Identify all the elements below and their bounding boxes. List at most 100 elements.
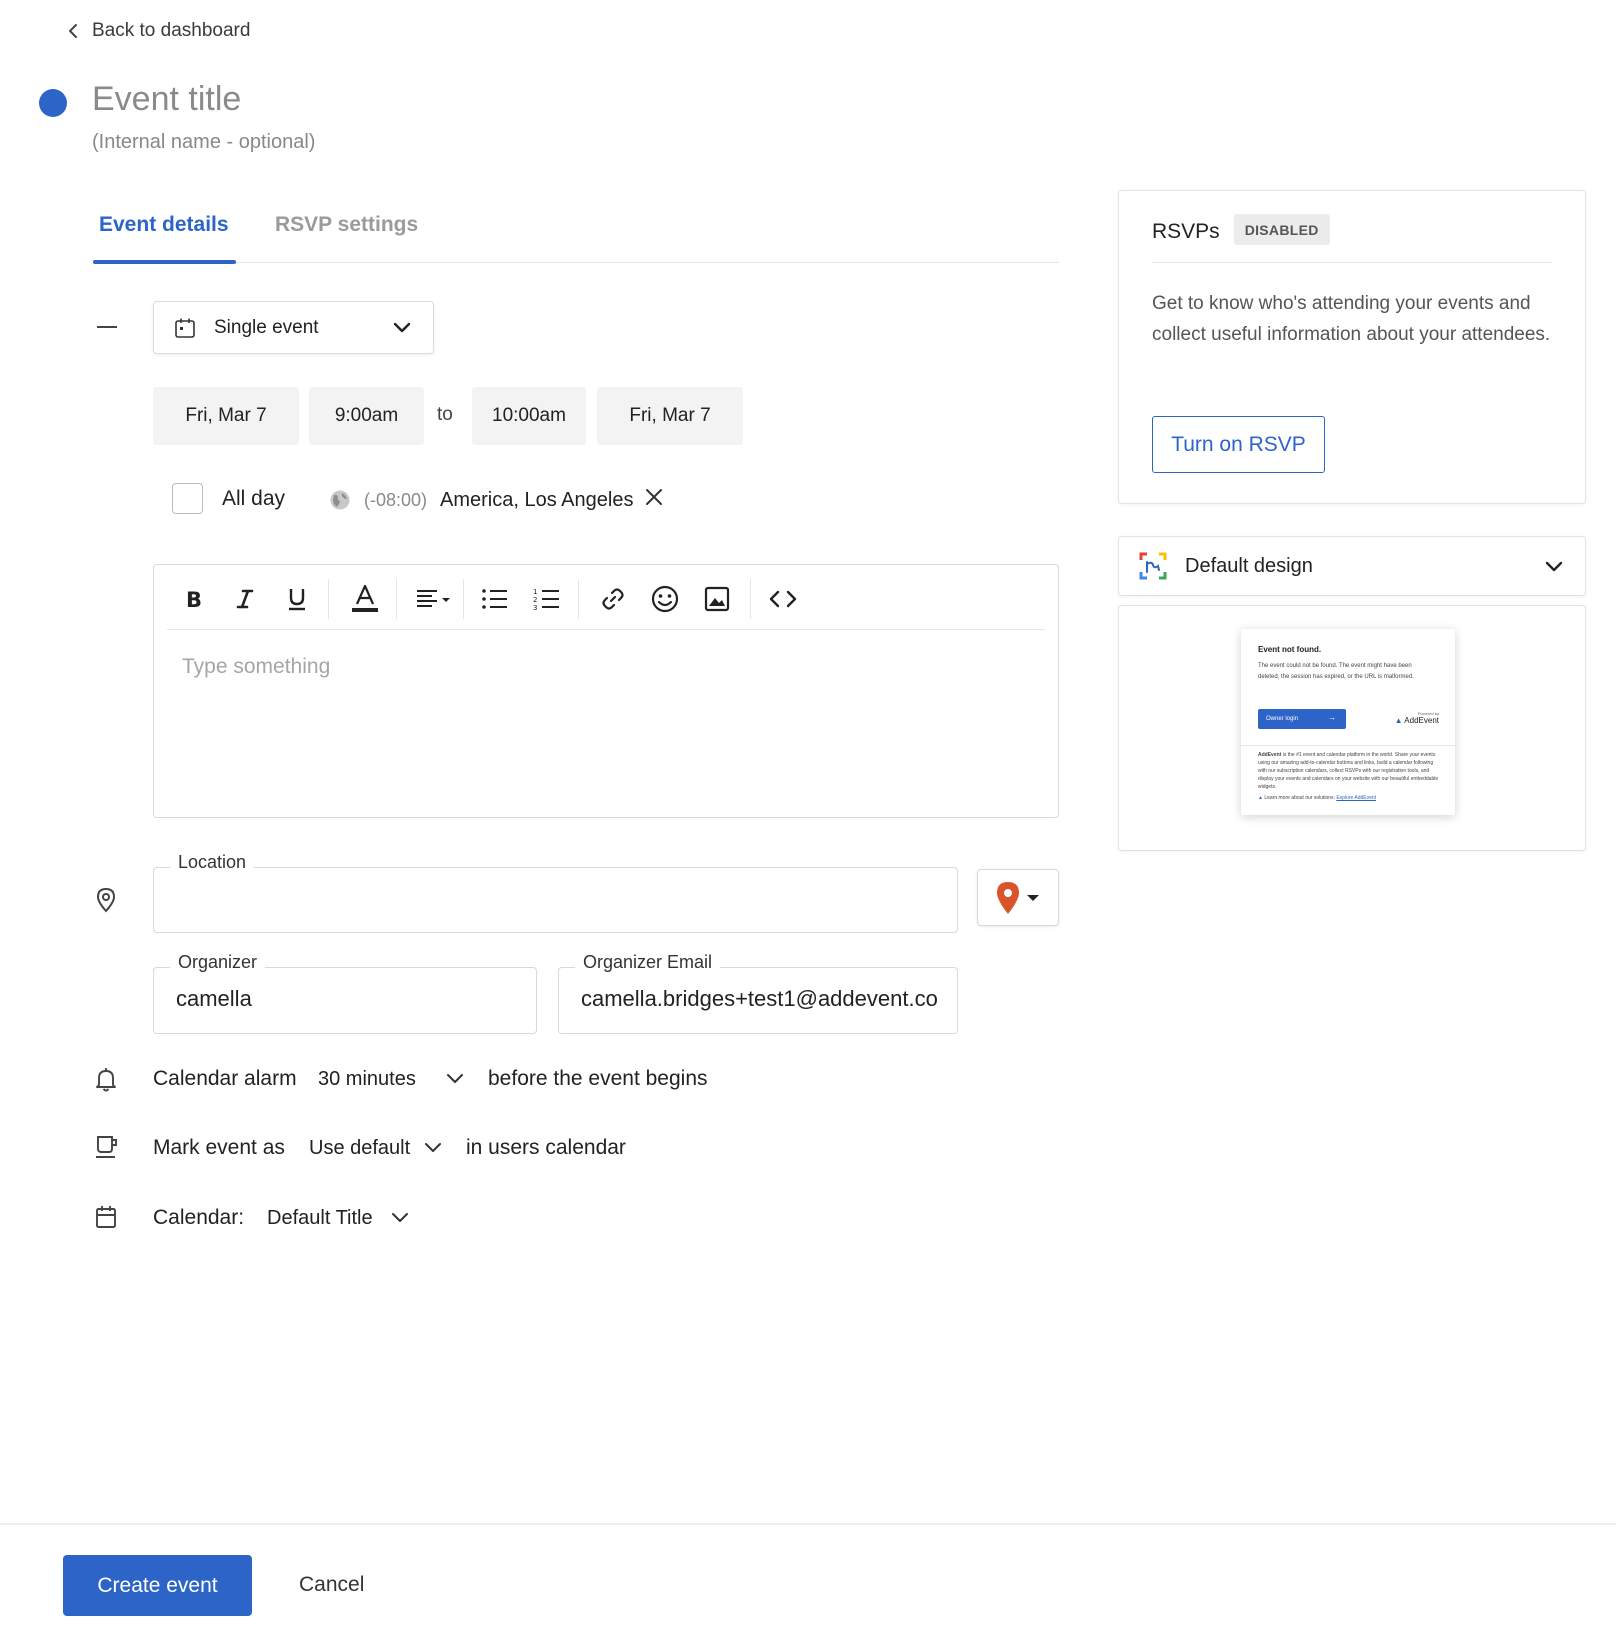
end-time-picker[interactable]: 10:00am [472, 387, 586, 445]
organizer-email-label: Organizer Email [575, 952, 721, 973]
description-editor: B 123 Type something [153, 564, 1059, 818]
location-field[interactable]: Location [153, 852, 958, 933]
coffee-cup-icon [95, 1134, 121, 1160]
organizer-value: camella [176, 986, 252, 1011]
caret-down-icon [1026, 894, 1040, 902]
alarm-label: Calendar alarm [153, 1067, 297, 1090]
design-preview-thumbnail: Event not found. The event could not be … [1241, 629, 1455, 815]
link-icon[interactable] [597, 583, 629, 615]
status-badge: DISABLED [1233, 214, 1330, 245]
design-select[interactable]: Default design [1118, 536, 1586, 596]
event-title-input[interactable] [92, 80, 692, 119]
to-label: to [437, 404, 453, 425]
all-day-label: All day [222, 487, 286, 510]
design-label: Default design [1185, 554, 1313, 577]
rsvp-description: Get to know who's attending your events … [1152, 293, 1551, 345]
event-type-label: Single event [214, 316, 319, 338]
align-icon[interactable] [413, 583, 457, 615]
preview-footer-text: AddEvent is the #1 event and calendar pl… [1258, 751, 1440, 791]
globe-icon [329, 489, 351, 511]
chevron-down-icon [1545, 561, 1563, 572]
addevent-logo-icon: ▲ [1394, 716, 1403, 725]
bold-icon[interactable]: B [177, 583, 209, 615]
svg-text:B: B [186, 588, 202, 610]
location-pin-icon [95, 887, 117, 913]
editor-toolbar: B 123 [167, 565, 1045, 630]
calendar-select[interactable]: Default Title [267, 1207, 373, 1230]
preview-title: Event not found. [1258, 645, 1322, 654]
image-icon[interactable] [701, 583, 733, 615]
mark-chevron-icon[interactable] [424, 1142, 442, 1153]
organizer-email-value: camella.bridges+test1@addevent.com [581, 986, 939, 1011]
rsvp-title: RSVPs [1152, 220, 1220, 243]
chevron-left-icon [68, 23, 78, 39]
svg-text:2: 2 [533, 596, 537, 604]
svg-text:3: 3 [533, 604, 537, 611]
start-time-picker[interactable]: 9:00am [309, 387, 424, 445]
arrow-right-icon: → [1328, 713, 1336, 722]
preview-explore-link: Explore AddEvent [1336, 795, 1377, 801]
cancel-button[interactable]: Cancel [299, 1573, 364, 1597]
preview-learn-more: ▲ Learn more about our solutions: Explor… [1258, 795, 1376, 801]
mark-select[interactable]: Use default [309, 1137, 410, 1160]
preview-learn-label: Learn more about our solutions: [1264, 795, 1335, 801]
location-label: Location [170, 852, 255, 873]
preview-button-label: Owner login [1266, 716, 1299, 722]
tab-rsvp-settings[interactable]: RSVP settings [275, 213, 418, 237]
location-type-button[interactable] [977, 869, 1059, 926]
underline-icon[interactable] [281, 583, 313, 615]
design-logo-icon [1139, 552, 1167, 580]
tab-bar: Event details RSVP settings [93, 195, 1059, 264]
alarm-suffix: before the event begins [488, 1067, 708, 1090]
alarm-select[interactable]: 30 minutes [318, 1068, 416, 1091]
rsvp-card-header: RSVPs DISABLED [1152, 211, 1552, 263]
footer-bar: Create event Cancel [0, 1523, 1616, 1638]
calendar-chevron-icon[interactable] [391, 1212, 409, 1223]
clear-timezone-icon[interactable] [644, 487, 664, 507]
bullet-list-icon[interactable] [479, 583, 511, 615]
mark-suffix: in users calendar [466, 1136, 626, 1159]
alarm-chevron-icon[interactable] [446, 1073, 464, 1084]
map-pin-icon [996, 881, 1020, 915]
organizer-email-field[interactable]: Organizer Email camella.bridges+test1@ad… [558, 952, 958, 1034]
calendar-small-icon [95, 1205, 117, 1229]
rsvp-card: RSVPs DISABLED Get to know who's attendi… [1118, 190, 1586, 504]
event-color-picker[interactable] [39, 89, 67, 117]
all-day-checkbox[interactable] [172, 483, 203, 514]
emoji-icon[interactable] [649, 583, 681, 615]
numbered-list-icon[interactable]: 123 [531, 583, 563, 615]
code-icon[interactable] [767, 583, 799, 615]
preview-footer-body: is the #1 event and calendar platform in… [1258, 752, 1439, 790]
italic-icon[interactable] [229, 583, 261, 615]
chevron-down-icon [393, 322, 411, 333]
back-to-dashboard-link[interactable]: Back to dashboard [68, 20, 250, 42]
svg-text:1: 1 [533, 588, 537, 596]
organizer-field[interactable]: Organizer camella [153, 952, 537, 1034]
calendar-icon [174, 317, 196, 339]
active-tab-indicator [93, 260, 236, 264]
preview-owner-login-button: Owner login → [1258, 709, 1346, 729]
preview-powered-by: Powered by ▲ AddEvent [1395, 711, 1439, 725]
turn-on-rsvp-button[interactable]: Turn on RSVP [1152, 416, 1325, 473]
timezone-offset: (-08:00) [364, 490, 428, 510]
create-event-button[interactable]: Create event [63, 1555, 252, 1616]
editor-placeholder[interactable]: Type something [182, 655, 330, 679]
timezone-select[interactable]: America, Los Angeles [440, 489, 633, 512]
bell-icon [95, 1066, 117, 1092]
preview-body: The event could not be found. The event … [1258, 663, 1414, 680]
preview-brand: AddEvent [1404, 716, 1439, 725]
event-type-select[interactable]: Single event [153, 301, 434, 354]
calendar-label: Calendar: [153, 1206, 245, 1229]
mark-label: Mark event as [153, 1136, 285, 1159]
event-title-hint: (Internal name - optional) [92, 131, 316, 153]
text-color-icon[interactable] [347, 583, 383, 615]
tab-event-details[interactable]: Event details [99, 213, 229, 237]
organizer-label: Organizer [170, 952, 266, 973]
end-date-picker[interactable]: Fri, Mar 7 [597, 387, 743, 445]
addevent-small-logo-icon: ▲ [1258, 795, 1263, 801]
back-label: Back to dashboard [92, 20, 251, 41]
start-date-picker[interactable]: Fri, Mar 7 [153, 387, 299, 445]
preview-footer-lead: AddEvent [1258, 752, 1282, 758]
design-preview-card: Event not found. The event could not be … [1118, 605, 1586, 851]
collapse-icon[interactable] [97, 326, 117, 328]
